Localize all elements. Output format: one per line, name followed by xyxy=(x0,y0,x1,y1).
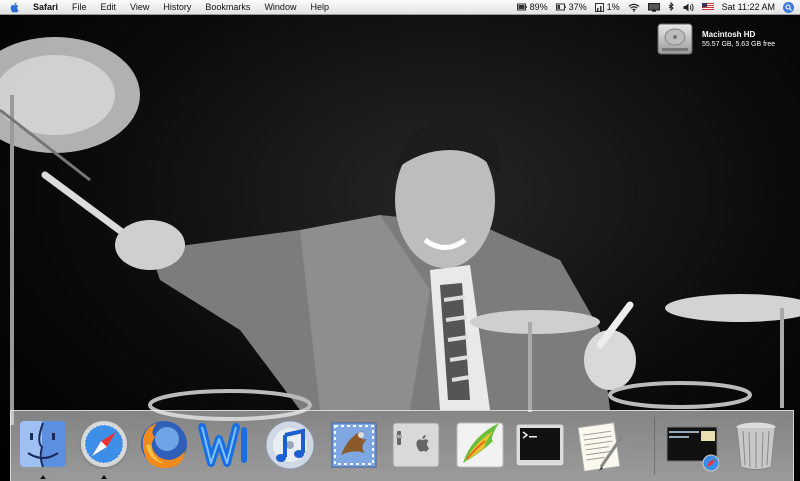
running-indicator xyxy=(40,475,46,479)
disk-name: Macintosh HD xyxy=(702,30,756,39)
app-menu-safari[interactable]: Safari xyxy=(29,0,65,14)
feather-app-icon xyxy=(456,422,504,468)
cpu-percent: 1% xyxy=(606,2,620,12)
wifi-status[interactable] xyxy=(628,3,640,12)
menu-view[interactable]: View xyxy=(123,0,156,14)
battery-status-a[interactable]: 89% xyxy=(516,2,548,12)
dock-item-mail[interactable] xyxy=(327,417,381,473)
battery-status-b[interactable]: 37% xyxy=(555,2,587,12)
volume-icon xyxy=(683,3,694,11)
us-flag-icon xyxy=(701,3,714,11)
trash-icon xyxy=(735,421,777,470)
menu-bar: Safari File Edit View History Bookmarks … xyxy=(0,0,800,15)
menu-help[interactable]: Help xyxy=(303,0,336,14)
battery-percent-b: 37% xyxy=(568,2,587,12)
menu-history[interactable]: History xyxy=(156,0,198,14)
battery-icon xyxy=(555,3,566,11)
dock-item-system-preferences[interactable] xyxy=(389,417,443,473)
macintosh-hd-disk[interactable]: Macintosh HD 55.57 GB, 5.63 GB free xyxy=(656,22,775,56)
itunes-icon xyxy=(265,420,315,470)
safari-icon xyxy=(79,419,129,469)
running-indicator xyxy=(101,475,107,479)
bluetooth-status[interactable] xyxy=(668,2,675,12)
dock-item-feather-app[interactable] xyxy=(453,417,507,473)
disk-info: 55.57 GB, 5.63 GB free xyxy=(702,41,776,48)
dock-item-itunes[interactable] xyxy=(263,417,317,473)
bluetooth-icon xyxy=(668,2,674,12)
dock-item-textedit[interactable] xyxy=(573,417,627,473)
terminal-icon xyxy=(515,423,565,467)
display-icon xyxy=(647,2,660,12)
wifi-icon xyxy=(628,3,640,12)
menu-window[interactable]: Window xyxy=(257,0,303,14)
dock-item-minimized-window[interactable] xyxy=(665,417,719,473)
menu-file[interactable]: File xyxy=(65,0,94,14)
cpu-status[interactable]: 1% xyxy=(594,2,620,12)
display-status[interactable] xyxy=(647,2,660,12)
dock-item-firefox[interactable] xyxy=(137,417,191,473)
dock-item-finder[interactable] xyxy=(16,417,70,479)
spotlight-icon[interactable] xyxy=(783,1,794,13)
dock-separator xyxy=(654,417,655,475)
wiki-w-icon xyxy=(198,423,247,467)
input-menu-status[interactable] xyxy=(701,3,714,11)
dock-item-trash[interactable] xyxy=(729,417,783,473)
mail-icon xyxy=(331,422,377,468)
menu-edit[interactable]: Edit xyxy=(94,0,124,14)
menu-bookmarks[interactable]: Bookmarks xyxy=(198,0,257,14)
dock-item-safari[interactable] xyxy=(77,417,131,479)
dock xyxy=(10,410,794,481)
volume-status[interactable] xyxy=(683,3,694,12)
apple-menu-icon[interactable] xyxy=(10,2,21,13)
wallpaper-photo xyxy=(0,37,800,425)
minimized-window-icon xyxy=(666,426,719,472)
system-preferences-icon xyxy=(392,422,440,468)
firefox-icon xyxy=(141,421,187,469)
textedit-icon xyxy=(577,422,625,472)
battery-percent-a: 89% xyxy=(529,2,548,12)
hard-drive-icon xyxy=(657,23,693,55)
desktop-wallpaper xyxy=(0,0,800,480)
finder-icon xyxy=(20,421,66,468)
battery-icon xyxy=(516,3,527,11)
dock-item-terminal[interactable] xyxy=(513,417,567,473)
cpu-meter-icon xyxy=(594,2,604,12)
menu-clock[interactable]: Sat 11:22 AM xyxy=(722,2,775,12)
dock-item-wiki-w[interactable] xyxy=(197,417,251,473)
